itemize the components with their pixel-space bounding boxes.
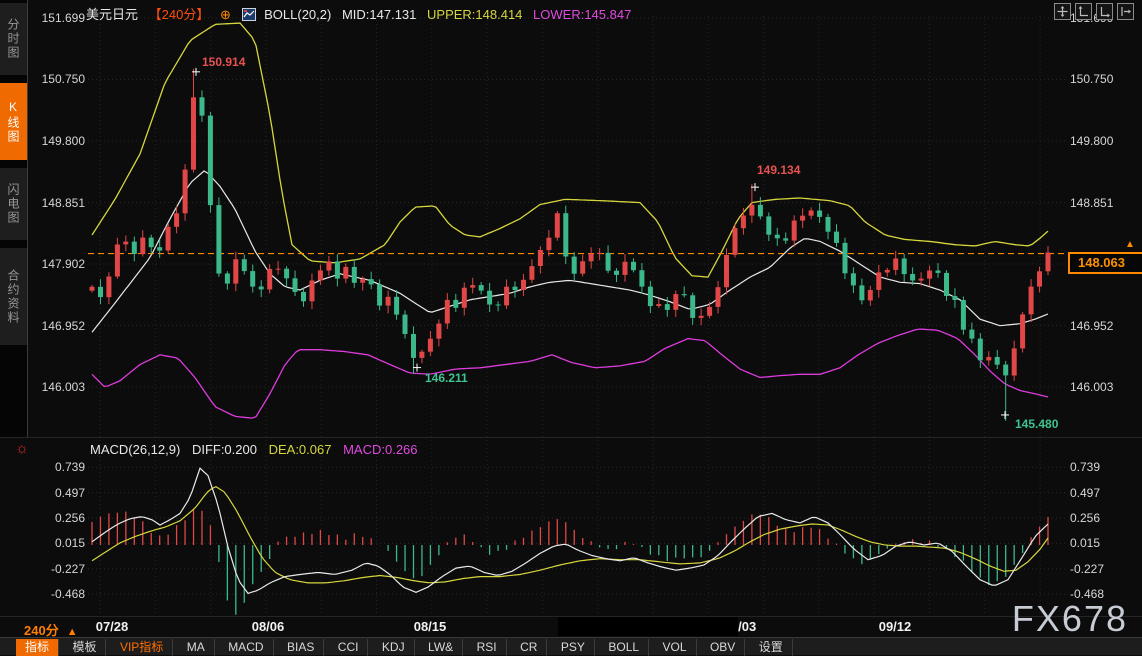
tab-macd[interactable]: MACD xyxy=(219,639,273,656)
add-indicator-icon[interactable]: ⊕ xyxy=(220,7,231,22)
price-axis-label: 146.952 xyxy=(1070,319,1130,333)
alert-icon: ☼ xyxy=(15,440,29,457)
price-axis-label: 148.851 xyxy=(1070,196,1130,210)
price-up-arrow-icon: ▲ xyxy=(1125,239,1135,250)
sidebar-tab-contract-info[interactable]: 合约资料 xyxy=(0,248,27,345)
macd-macd-value: MACD:0.266 xyxy=(343,442,417,457)
tab-psy[interactable]: PSY xyxy=(552,639,595,656)
macd-axis-label: 0.739 xyxy=(1070,460,1130,474)
tab-lwr[interactable]: LW& xyxy=(419,639,463,656)
macd-axis-label: -0.468 xyxy=(34,587,85,601)
tab-kdj[interactable]: KDJ xyxy=(373,639,415,656)
date-axis-mask xyxy=(558,617,738,636)
sidebar-tab-label: K线图 xyxy=(5,100,22,144)
price-axis-label: 151.699 xyxy=(34,11,85,25)
x-axis-zoom-icon[interactable] xyxy=(1096,3,1113,20)
tab-vip-indicator[interactable]: VIP指标 xyxy=(111,639,173,656)
macd-axis-label: 0.015 xyxy=(34,536,85,550)
price-axis-label: 150.750 xyxy=(34,72,85,86)
sidebar-tab-flash-chart[interactable]: 闪电图 xyxy=(0,168,27,240)
window-controls xyxy=(1054,3,1134,20)
sidebar: 分时图 K线图 闪电图 合约资料 xyxy=(0,0,28,437)
sidebar-tab-label: 分时图 xyxy=(5,18,22,60)
sidebar-tab-label: 合约资料 xyxy=(5,269,22,325)
macd-axis-label: -0.468 xyxy=(1070,587,1130,601)
panel-divider xyxy=(0,437,1142,438)
tab-settings[interactable]: 设置 xyxy=(750,639,793,656)
y-axis-zoom-icon[interactable] xyxy=(1075,3,1092,20)
period-badge-label: 240分 xyxy=(24,623,59,638)
macd-axis-label: 0.256 xyxy=(1070,511,1130,525)
boll-lower-value: LOWER:145.847 xyxy=(533,7,631,22)
watermark: FX678 xyxy=(1012,598,1128,640)
price-axis-label: 149.800 xyxy=(1070,134,1130,148)
date-axis-label: 09/12 xyxy=(865,619,925,634)
macd-dea-value: DEA:0.067 xyxy=(269,442,332,457)
sidebar-tab-kline-chart[interactable]: K线图 xyxy=(0,83,27,160)
tab-cr[interactable]: CR xyxy=(511,639,547,656)
date-axis-label: 07/28 xyxy=(82,619,142,634)
macd-params-label: MACD(26,12,9) xyxy=(90,442,180,457)
period-label: 【240分】 xyxy=(149,7,210,22)
price-axis-label: 146.003 xyxy=(1070,380,1130,394)
annotation-low-1: 146.211 xyxy=(425,371,468,385)
annotation-high-2: 149.134 xyxy=(757,163,800,177)
macd-axis-label: 0.739 xyxy=(34,460,85,474)
boll-mid-value: MID:147.131 xyxy=(342,7,416,22)
macd-axis-label: -0.227 xyxy=(34,562,85,576)
pan-crosshair-icon[interactable] xyxy=(1054,3,1071,20)
tab-template[interactable]: 模板 xyxy=(63,639,106,656)
price-axis-label: 150.750 xyxy=(1070,72,1130,86)
macd-axis-label: 0.015 xyxy=(1070,536,1130,550)
last-price-tag: 148.063 xyxy=(1068,252,1142,274)
chart-header: 美元日元 【240分】 ⊕ BOLL(20,2) MID:147.131 UPP… xyxy=(86,4,638,23)
tab-indicator[interactable]: 指标 xyxy=(16,639,59,656)
boll-label: BOLL(20,2) xyxy=(264,7,331,22)
tab-cci[interactable]: CCI xyxy=(329,639,369,656)
annotation-low-2: 145.480 xyxy=(1015,417,1058,431)
tab-rsi[interactable]: RSI xyxy=(468,639,507,656)
symbol-name: 美元日元 xyxy=(86,7,138,22)
sidebar-tab-time-chart[interactable]: 分时图 xyxy=(0,3,27,75)
macd-header: MACD(26,12,9) DIFF:0.200 DEA:0.067 MACD:… xyxy=(90,442,426,457)
indicator-toolbar: 指标 模板 VIP指标 MA MACD BIAS CCI KDJ LW& RSI… xyxy=(0,637,1142,655)
price-axis-label: 148.851 xyxy=(34,196,85,210)
date-axis-label: 08/15 xyxy=(400,619,460,634)
sidebar-tab-label: 闪电图 xyxy=(5,183,22,225)
tab-vol[interactable]: VOL xyxy=(654,639,697,656)
shift-right-icon[interactable] xyxy=(1117,3,1134,20)
price-axis-label: 149.800 xyxy=(34,134,85,148)
tab-obv[interactable]: OBV xyxy=(701,639,745,656)
tab-bias[interactable]: BIAS xyxy=(278,639,324,656)
date-axis-label: 08/06 xyxy=(238,619,298,634)
price-axis-label: 146.003 xyxy=(34,380,85,394)
tab-ma[interactable]: MA xyxy=(178,639,215,656)
macd-diff-value: DIFF:0.200 xyxy=(192,442,257,457)
macd-axis-label: 0.497 xyxy=(34,486,85,500)
chart-canvas[interactable] xyxy=(0,0,1142,655)
macd-axis-label: 0.497 xyxy=(1070,486,1130,500)
tab-boll[interactable]: BOLL xyxy=(599,639,649,656)
price-axis-label: 147.902 xyxy=(34,257,85,271)
macd-axis-label: -0.227 xyxy=(1070,562,1130,576)
chart-type-icon[interactable] xyxy=(242,8,256,21)
annotation-high-1: 150.914 xyxy=(202,55,245,69)
price-axis-label: 146.952 xyxy=(34,319,85,333)
macd-axis-label: 0.256 xyxy=(34,511,85,525)
boll-upper-value: UPPER:148.414 xyxy=(427,7,522,22)
